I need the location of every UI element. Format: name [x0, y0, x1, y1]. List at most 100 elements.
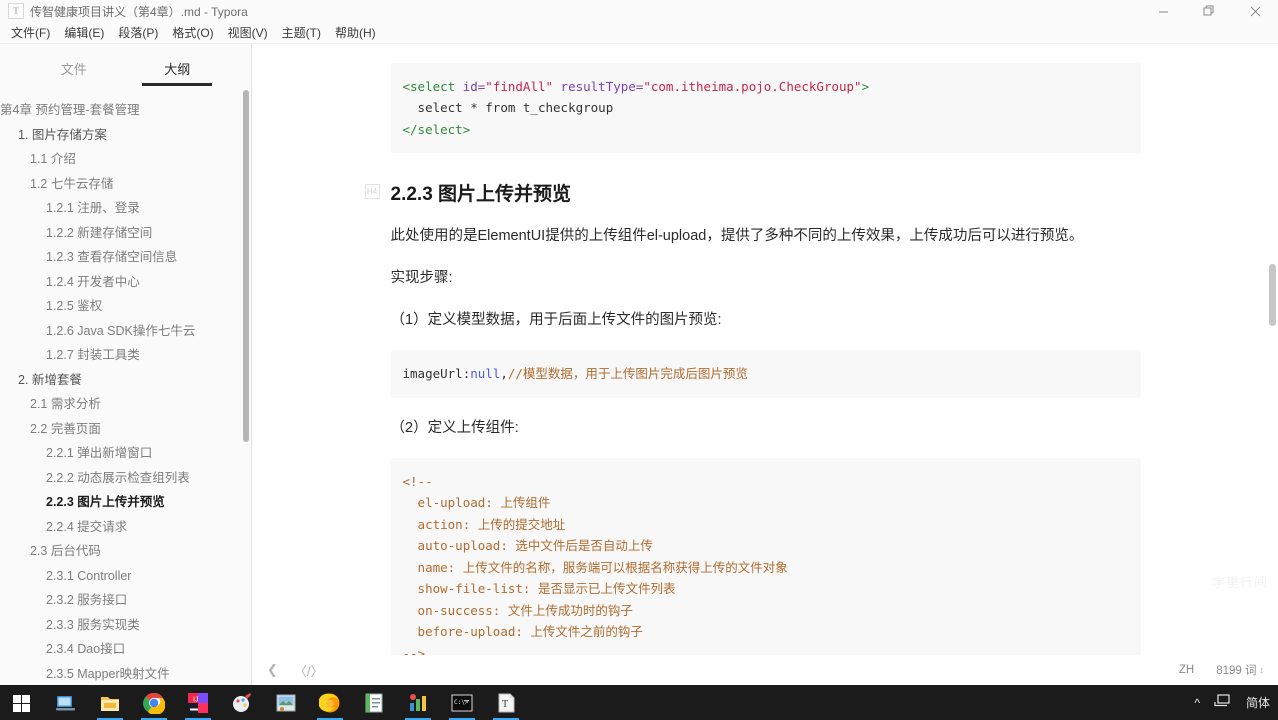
source-code-icon[interactable]: 〈/〉	[294, 661, 324, 680]
sidebar-tabs: 文件 大纲	[0, 44, 251, 86]
menu-format[interactable]: 格式(O)	[165, 22, 220, 43]
word-count-label: 8199 词	[1216, 665, 1257, 677]
watermark: 字里行间	[1211, 574, 1269, 591]
windows-start-icon	[13, 694, 30, 712]
outline-item-2-3-1[interactable]: 2.3.1 Controller	[0, 564, 251, 589]
ime-indicator[interactable]: 简体	[1246, 694, 1270, 711]
code-string: "findAll"	[485, 78, 554, 94]
outline-item-2-3-4[interactable]: 2.3.4 Dao接口	[0, 637, 251, 662]
notepad-button[interactable]	[352, 685, 396, 720]
outline-item-2-2-2[interactable]: 2.2.2 动态展示检查组列表	[0, 466, 251, 491]
code-text: ,	[500, 366, 508, 381]
outline-item-2[interactable]: 2. 新增套餐	[0, 368, 251, 393]
system-tray: ^ 简体	[1194, 693, 1278, 712]
chevron-left-icon[interactable]: ❮	[267, 662, 278, 678]
outline-item-2-2-1[interactable]: 2.2.1 弹出新增窗口	[0, 441, 251, 466]
word-count[interactable]: 8199 词 ↕	[1216, 662, 1264, 678]
outline-item-2-2-4[interactable]: 2.2.4 提交请求	[0, 515, 251, 540]
outline-item-1-2-1[interactable]: 1.2.1 注册、登录	[0, 196, 251, 221]
network-icon[interactable]	[1214, 693, 1232, 712]
paint-button[interactable]	[220, 685, 264, 720]
code-comment-line: action: 上传的提交地址	[402, 516, 566, 532]
typora-icon: T	[498, 693, 515, 712]
tab-files[interactable]: 文件	[22, 59, 126, 86]
title-bar: T 传智健康项目讲义（第4章）.md - Typora	[0, 0, 1278, 22]
chevron-up-icon[interactable]: ^	[1194, 696, 1200, 710]
start-button[interactable]	[0, 685, 44, 720]
minimize-button[interactable]	[1140, 0, 1186, 22]
menu-help[interactable]: 帮助(H)	[328, 22, 383, 43]
code-block-mapper-xml: <select id="findAll" resultType="com.ith…	[390, 62, 1141, 153]
outline-item-1-2-2[interactable]: 1.2.2 新建存储空间	[0, 221, 251, 246]
code-text: select * from t_checkgroup	[402, 100, 614, 115]
paint-icon	[233, 692, 251, 712]
outline-item-1-2-4[interactable]: 1.2.4 开发者中心	[0, 270, 251, 295]
chrome-button[interactable]	[132, 685, 176, 720]
code-tag: >	[861, 78, 870, 94]
command-prompt-icon: C:\>	[451, 694, 473, 711]
outline-item-2-3-3[interactable]: 2.3.3 服务实现类	[0, 613, 251, 638]
charts-app-button[interactable]	[396, 685, 440, 720]
code-comment-line: auto-upload: 选中文件后是否自动上传	[402, 538, 653, 553]
paragraph-step-1: （1）定义模型数据，用于后面上传文件的图片预览:	[390, 312, 722, 328]
notepad-icon	[365, 693, 383, 712]
app-icon: T	[8, 3, 24, 19]
outline-item-2-3-5[interactable]: 2.3.5 Mapper映射文件	[0, 662, 251, 686]
outline-item-2-2-3[interactable]: 2.2.3 图片上传并预览	[0, 490, 251, 515]
task-view-button[interactable]	[44, 685, 88, 720]
typora-button[interactable]: T	[484, 685, 528, 720]
maximize-button[interactable]	[1186, 0, 1232, 22]
outline-item-2-3[interactable]: 2.3 后台代码	[0, 539, 251, 564]
outline-item-1-1[interactable]: 1.1 介绍	[0, 147, 251, 172]
code-comment-line: el-upload: 上传组件	[402, 495, 551, 510]
heading-text: 2.2.3 图片上传并预览	[390, 184, 572, 205]
outline-item-1[interactable]: 1. 图片存储方案	[0, 123, 251, 148]
firefox-button[interactable]	[308, 685, 352, 720]
window-title: 传智健康项目讲义（第4章）.md - Typora	[30, 4, 248, 19]
code-comment-line: <!--	[402, 473, 433, 489]
editor-scrollbar-thumb[interactable]	[1269, 264, 1276, 326]
outline-item-2-1[interactable]: 2.1 需求分析	[0, 392, 251, 417]
file-explorer-button[interactable]	[88, 685, 132, 720]
code-block-model-data: imageUrl:null,//模型数据，用于上传图片完成后图片预览	[390, 350, 1141, 398]
menu-bar: 文件(F) 编辑(E) 段落(P) 格式(O) 视图(V) 主题(T) 帮助(H…	[0, 22, 1278, 44]
menu-paragraph[interactable]: 段落(P)	[111, 22, 165, 43]
outline-item-1-2[interactable]: 1.2 七牛云存储	[0, 172, 251, 197]
code-comment: //模型数据，用于上传图片完成后图片预览	[507, 366, 748, 381]
sidebar-scrollbar-thumb[interactable]	[243, 90, 249, 442]
paragraph-intro: 此处使用的是ElementUI提供的上传组件el-upload，提供了多种不同的…	[390, 228, 1084, 244]
page-title: H4 2.2.3 图片上传并预览	[364, 179, 1141, 206]
code-attr: resultType=	[553, 78, 644, 94]
intellij-idea-icon: IJ	[188, 692, 208, 713]
paragraph-steps-label: 实现步骤:	[390, 270, 453, 286]
command-prompt-button[interactable]: C:\>	[440, 685, 484, 720]
paragraph-step-2: （2）定义上传组件:	[390, 419, 519, 436]
close-button[interactable]	[1232, 0, 1278, 22]
firefox-icon	[319, 693, 340, 712]
code-text: imageUrl:	[402, 366, 471, 381]
language-indicator[interactable]: ZH	[1179, 664, 1194, 676]
window-controls	[1140, 0, 1278, 22]
menu-theme[interactable]: 主题(T)	[275, 22, 328, 43]
code-attr: id=	[455, 78, 486, 94]
outline-item-2-3-2[interactable]: 2.3.2 服务接口	[0, 588, 251, 613]
outline-item-2-2[interactable]: 2.2 完善页面	[0, 417, 251, 442]
status-bar: ❮ 〈/〉 ZH 8199 词 ↕	[253, 655, 1278, 685]
outline-item-chapter4[interactable]: 第4章 预约管理-套餐管理	[0, 98, 251, 123]
intellij-idea-button[interactable]: IJ	[176, 685, 220, 720]
outline-item-1-2-6[interactable]: 1.2.6 Java SDK操作七牛云	[0, 319, 251, 344]
menu-view[interactable]: 视图(V)	[221, 22, 275, 43]
tab-outline[interactable]: 大纲	[126, 59, 230, 86]
windows-taskbar: IJ C:\> T ^ 简体	[0, 685, 1278, 720]
outline-list[interactable]: 第4章 预约管理-套餐管理 1. 图片存储方案 1.1 介绍 1.2 七牛云存储…	[0, 88, 251, 685]
code-comment-line: name: 上传文件的名称，服务端可以根据名称获得上传的文件对象	[402, 559, 788, 575]
outline-item-1-2-3[interactable]: 1.2.3 查看存储空间信息	[0, 245, 251, 270]
outline-item-1-2-7[interactable]: 1.2.7 封装工具类	[0, 343, 251, 368]
menu-edit[interactable]: 编辑(E)	[57, 22, 111, 43]
charts-app-icon	[410, 693, 426, 711]
picture-viewer-button[interactable]	[264, 685, 308, 720]
outline-item-1-2-5[interactable]: 1.2.5 鉴权	[0, 294, 251, 319]
code-comment-line: show-file-list: 是否显示已上传文件列表	[402, 581, 676, 596]
menu-file[interactable]: 文件(F)	[4, 22, 57, 43]
editor-pane[interactable]: List<CheckGroup> findAll(); CheckGroupDa…	[253, 44, 1278, 655]
